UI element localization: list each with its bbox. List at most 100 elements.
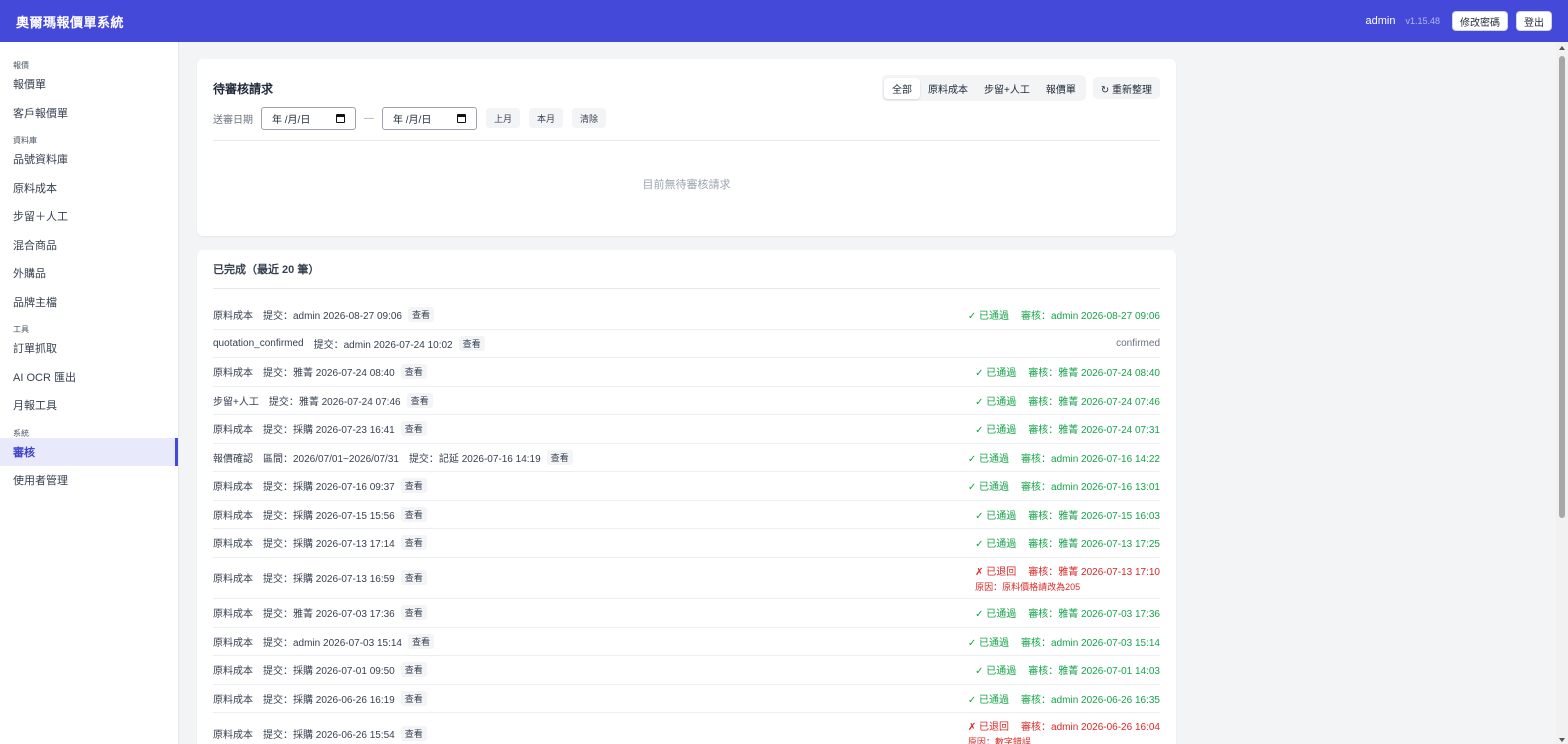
type-filter: 全部 原料成本 步留+人工 報價單 bbox=[881, 75, 1086, 101]
request-type: 原料成本 bbox=[213, 539, 253, 551]
review-result: ✓ 已通過 審核：雅菁 2026-07-24 07:31 bbox=[975, 421, 1160, 436]
last-month-button[interactable]: 上月 bbox=[486, 108, 521, 128]
view-button[interactable]: 查看 bbox=[406, 392, 433, 408]
sidebar-item-review[interactable]: 審核 bbox=[0, 437, 178, 466]
this-month-button[interactable]: 本月 bbox=[529, 108, 564, 128]
status-badge: ✗ 已退回 bbox=[975, 566, 1017, 578]
request-type: 原料成本 bbox=[213, 729, 253, 741]
sidebar-group-database: 資料庫 bbox=[13, 136, 37, 145]
scroll-thumb[interactable] bbox=[1559, 56, 1565, 518]
status-badge: ✓ 已通過 bbox=[975, 609, 1017, 621]
submit-info: 提交：採購 2026-07-13 17:14 bbox=[263, 539, 395, 551]
view-button[interactable]: 查看 bbox=[407, 633, 434, 649]
table-row: 原料成本 提交：採購 2026-07-13 16:59 查看 ✗ 已退回 審核：雅菁 2… bbox=[213, 558, 1160, 599]
filter-yield-labor[interactable]: 步留+人工 bbox=[976, 78, 1038, 99]
calendar-icon[interactable] bbox=[457, 113, 466, 123]
sidebar-group-system: 系統 bbox=[13, 428, 29, 438]
table-row: 原料成本 提交：採購 2026-06-26 16:19 查看 ✓ 已通過 審核：admi… bbox=[213, 685, 1160, 713]
sidebar-item-part-database[interactable]: 品號資料庫 bbox=[0, 145, 178, 174]
view-button[interactable]: 查看 bbox=[458, 335, 485, 351]
table-row: 原料成本 提交：採購 2026-07-16 09:37 查看 ✓ 已通過 審核：admi… bbox=[213, 472, 1160, 501]
sidebar-item-quote[interactable]: 報價單 bbox=[0, 70, 178, 99]
request-type: 原料成本 bbox=[213, 609, 253, 621]
page-scrollbar[interactable] bbox=[1556, 42, 1568, 744]
table-row: 原料成本 提交：雅菁 2026-07-03 17:36 查看 ✓ 已通過 審核：雅菁 2… bbox=[213, 599, 1160, 628]
table-row: 原料成本 提交：雅菁 2026-07-24 08:40 查看 ✓ 已通過 審核：雅菁 2… bbox=[213, 358, 1160, 387]
status-badge: ✓ 已通過 bbox=[975, 666, 1017, 678]
status-badge: ✓ 已通過 bbox=[967, 311, 1010, 323]
review-result: ✓ 已通過 審核：雅菁 2026-07-24 07:46 bbox=[975, 393, 1160, 408]
sidebar-item-user-management[interactable]: 使用者管理 bbox=[0, 466, 178, 495]
filter-all[interactable]: 全部 bbox=[883, 77, 920, 99]
date-filter-label: 送審日期 bbox=[213, 114, 253, 126]
submit-info: 提交：採購 2026-06-26 15:54 bbox=[263, 729, 395, 741]
clear-button[interactable]: 清除 bbox=[572, 108, 607, 128]
request-type: 步留+人工 bbox=[213, 396, 259, 408]
view-button[interactable]: 查看 bbox=[400, 535, 427, 551]
table-row: 原料成本 提交：採購 2026-07-01 09:50 查看 ✓ 已通過 審核：雅菁 2… bbox=[213, 656, 1160, 685]
request-type: 原料成本 bbox=[213, 574, 253, 586]
request-period: 區間：2026/07/01~2026/07/31 bbox=[263, 453, 399, 465]
completed-title: 已完成（最近 20 筆） bbox=[213, 264, 320, 276]
view-button[interactable]: 查看 bbox=[400, 570, 427, 586]
status-badge: ✓ 已通過 bbox=[975, 425, 1017, 437]
scroll-up-icon[interactable] bbox=[1559, 46, 1565, 50]
view-button[interactable]: 查看 bbox=[407, 307, 434, 323]
reject-reason: 原因：數字錯誤 bbox=[967, 737, 1031, 744]
top-bar: 奧爾瑪報價單系統 admin v1.15.48 修改密碼 登出 bbox=[0, 0, 1568, 42]
empty-message: 目前無待審核請求 bbox=[642, 179, 731, 191]
review-info: 審核：雅菁 2026-07-13 17:10 bbox=[1028, 566, 1160, 578]
calendar-icon[interactable] bbox=[336, 113, 345, 123]
request-type: 報價確認 bbox=[213, 453, 253, 465]
submit-info: 提交：admin 2026-07-03 15:14 bbox=[263, 637, 402, 649]
review-result: ✓ 已通過 審核：admin 2026-08-27 09:06 bbox=[968, 307, 1160, 322]
review-info: 審核：雅菁 2026-07-13 17:25 bbox=[1028, 539, 1160, 551]
sidebar-item-yield-labor[interactable]: 步留＋人工 bbox=[0, 202, 178, 231]
filter-quote[interactable]: 報價單 bbox=[1038, 78, 1084, 99]
review-result: ✓ 已通過 審核：admin 2026-07-16 13:01 bbox=[968, 478, 1160, 493]
sidebar-item-order-fetch[interactable]: 訂單抓取 bbox=[0, 334, 178, 363]
view-button[interactable]: 查看 bbox=[400, 421, 427, 437]
request-type: 原料成本 bbox=[213, 425, 253, 437]
sidebar-item-material-cost[interactable]: 原料成本 bbox=[0, 174, 178, 203]
review-result: ✓ 已通過 審核：雅菁 2026-07-24 08:40 bbox=[975, 364, 1160, 379]
sidebar-item-customer-quote[interactable]: 客戶報價單 bbox=[0, 99, 178, 128]
sidebar: 報價 報價單 客戶報價單 資料庫 品號資料庫 原料成本 步留＋人工 混合商品 外… bbox=[0, 42, 179, 744]
submit-info: 提交：採購 2026-07-23 16:41 bbox=[263, 425, 395, 437]
view-button[interactable]: 查看 bbox=[400, 725, 427, 741]
review-info: 審核：admin 2026-07-16 13:01 bbox=[1021, 482, 1160, 494]
filter-material-cost[interactable]: 原料成本 bbox=[920, 78, 976, 99]
sidebar-item-mixed-products[interactable]: 混合商品 bbox=[0, 231, 178, 260]
view-button[interactable]: 查看 bbox=[400, 662, 427, 678]
view-button[interactable]: 查看 bbox=[546, 449, 573, 465]
view-button[interactable]: 查看 bbox=[400, 690, 427, 706]
submit-info: 提交：採購 2026-07-16 09:37 bbox=[263, 482, 395, 494]
sidebar-item-brand-master[interactable]: 品牌主檔 bbox=[0, 288, 178, 317]
status-badge: ✓ 已通過 bbox=[975, 368, 1017, 380]
view-button[interactable]: 查看 bbox=[400, 478, 427, 494]
scroll-down-icon[interactable] bbox=[1559, 738, 1565, 742]
view-button[interactable]: 查看 bbox=[400, 506, 427, 522]
change-password-button[interactable]: 修改密碼 bbox=[1452, 11, 1508, 31]
request-type: 原料成本 bbox=[213, 311, 253, 323]
logout-button[interactable]: 登出 bbox=[1516, 11, 1552, 31]
sidebar-item-purchased-items[interactable]: 外購品 bbox=[0, 259, 178, 288]
sidebar-item-monthly-report[interactable]: 月報工具 bbox=[0, 391, 178, 420]
submit-info: 提交：admin 2026-07-24 10:02 bbox=[313, 339, 453, 351]
table-row: 報價確認 區間：2026/07/01~2026/07/31 提交：記延 2026-0… bbox=[213, 444, 1160, 472]
date-to-input[interactable]: 年 /月/日 bbox=[382, 106, 477, 130]
refresh-button[interactable]: ↻ 重新整理 bbox=[1092, 77, 1160, 99]
pending-requests-card: 待審核請求 全部 原料成本 步留+人工 報價單 ↻ 重新整理 送審日期 年 /月… bbox=[197, 59, 1176, 236]
review-info: 審核：admin 2026-08-27 09:06 bbox=[1021, 311, 1160, 323]
sidebar-item-ai-ocr-export[interactable]: AI OCR 匯出 bbox=[0, 363, 178, 392]
table-row: 原料成本 提交：採購 2026-07-23 16:41 查看 ✓ 已通過 審核：雅菁 2… bbox=[213, 415, 1160, 444]
table-row: 原料成本 提交：admin 2026-08-27 09:06 查看 ✓ 已通過 審核：a… bbox=[213, 301, 1160, 330]
view-button[interactable]: 查看 bbox=[400, 364, 427, 380]
status-badge: ✓ 已通過 bbox=[967, 637, 1010, 649]
view-button[interactable]: 查看 bbox=[400, 605, 427, 621]
date-from-input[interactable]: 年 /月/日 bbox=[261, 106, 356, 130]
review-info: 審核：admin 2026-06-26 16:35 bbox=[1021, 694, 1160, 706]
submit-info: 提交：雅菁 2026-07-24 07:46 bbox=[268, 396, 401, 408]
review-info: 審核：雅菁 2026-07-24 07:31 bbox=[1028, 425, 1160, 437]
sidebar-group-tools: 工具 bbox=[13, 325, 29, 334]
